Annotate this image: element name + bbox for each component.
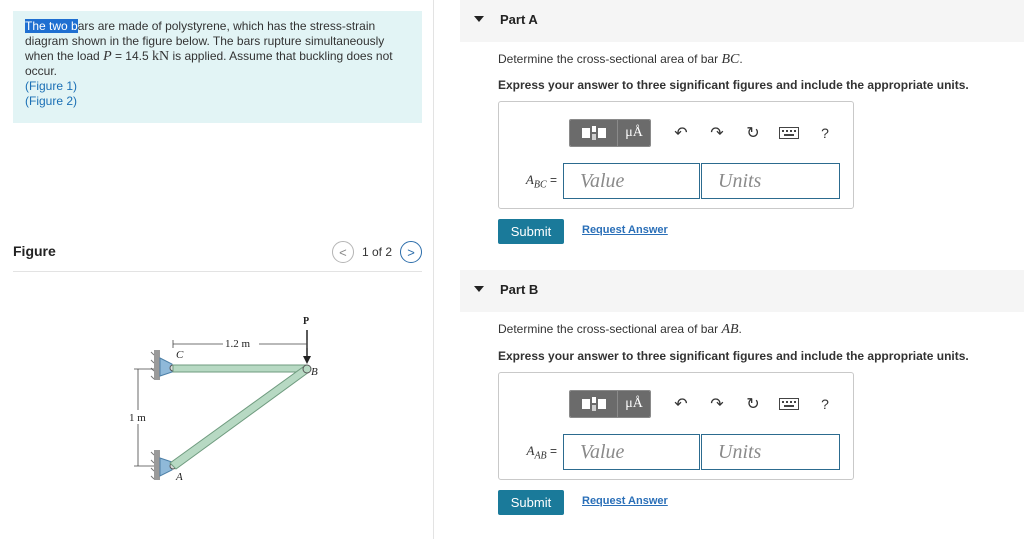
next-figure-button[interactable]: > (400, 241, 422, 263)
units-input[interactable]: Units (701, 434, 840, 470)
undo-icon[interactable]: ↶ (663, 119, 699, 147)
bar-symbol: BC (721, 52, 740, 67)
left-panel: The two bars are made of polystyrene, wh… (0, 0, 434, 539)
part-a-answer-row: ABC = Value Units (511, 163, 840, 199)
figure-1-link[interactable]: (Figure 1) (25, 79, 410, 94)
collapse-caret-icon[interactable] (474, 286, 484, 292)
right-panel: Part A Determine the cross-sectional are… (460, 0, 1024, 539)
redo-icon[interactable]: ↷ (699, 119, 735, 147)
label-len-side: 1 m (129, 412, 146, 424)
reset-icon[interactable]: ↻ (735, 119, 771, 147)
undo-icon[interactable]: ↶ (663, 390, 699, 418)
part-b-header[interactable]: Part B (460, 270, 1024, 312)
collapse-caret-icon[interactable] (474, 16, 484, 22)
part-b-answer-row: AAB = Value Units (511, 434, 840, 470)
part-b-submit-button[interactable]: Submit (498, 490, 564, 515)
label-c: C (176, 349, 184, 361)
load-unit: kN (152, 49, 170, 64)
part-a-answer-box: μÅ ↶ ↷ ↻ ? ABC = Value Units (498, 101, 854, 209)
selected-text: The two b (25, 19, 78, 33)
bar-bc (172, 364, 308, 373)
templates-icon (581, 397, 606, 411)
part-b-answer-box: μÅ ↶ ↷ ↻ ? AAB = Value Units (498, 372, 854, 480)
support-c (150, 350, 177, 380)
part-a-instruction: Express your answer to three significant… (498, 78, 969, 92)
part-a-title: Part A (500, 12, 538, 27)
math-toolbar: μÅ ↶ ↷ ↻ ? (569, 389, 843, 419)
figure-2-link[interactable]: (Figure 2) (25, 94, 410, 109)
keyboard-icon[interactable] (771, 119, 807, 147)
part-a-header[interactable]: Part A (460, 0, 1024, 42)
answer-label: ABC = (525, 171, 557, 191)
templates-button[interactable] (570, 391, 618, 417)
figure-pager: < 1 of 2 > (331, 241, 422, 263)
label-b: B (311, 366, 318, 378)
help-icon[interactable]: ? (807, 390, 843, 418)
reset-icon[interactable]: ↻ (735, 390, 771, 418)
figure-header: Figure < 1 of 2 > (13, 240, 422, 272)
redo-icon[interactable]: ↷ (699, 390, 735, 418)
label-len-top: 1.2 m (225, 338, 251, 350)
value-input[interactable]: Value (563, 434, 700, 470)
units-input[interactable]: Units (701, 163, 840, 199)
bar-ab (169, 366, 310, 470)
part-a-prompt: Determine the cross-sectional area of ba… (498, 52, 743, 67)
units-button[interactable]: μÅ (618, 391, 650, 417)
problem-statement: The two bars are made of polystyrene, wh… (13, 11, 422, 123)
bar-symbol: AB (721, 322, 739, 337)
load-arrowhead (303, 356, 311, 364)
help-icon[interactable]: ? (807, 119, 843, 147)
load-symbol: P (103, 49, 112, 64)
templates-button[interactable] (570, 120, 618, 146)
part-b-instruction: Express your answer to three significant… (498, 349, 969, 363)
templates-icon (581, 126, 606, 140)
label-p: P (303, 316, 309, 327)
truss-figure: P C B A 1.2 m 1 m (128, 316, 318, 483)
figure-title: Figure (13, 243, 56, 259)
math-toolbar: μÅ ↶ ↷ ↻ ? (569, 118, 843, 148)
previous-figure-button[interactable]: < (331, 241, 354, 263)
part-a-submit-button[interactable]: Submit (498, 219, 564, 244)
value-input[interactable]: Value (563, 163, 700, 199)
keyboard-icon[interactable] (771, 390, 807, 418)
part-b-title: Part B (500, 282, 539, 297)
joint-b (302, 364, 312, 374)
units-button[interactable]: μÅ (618, 120, 650, 146)
answer-label: AAB = (526, 442, 557, 462)
part-b-request-answer-link[interactable]: Request Answer (582, 495, 668, 507)
part-b-prompt: Determine the cross-sectional area of ba… (498, 322, 742, 337)
part-a-request-answer-link[interactable]: Request Answer (582, 224, 668, 236)
label-a: A (175, 471, 183, 483)
figure-page-indicator: 1 of 2 (361, 245, 392, 259)
